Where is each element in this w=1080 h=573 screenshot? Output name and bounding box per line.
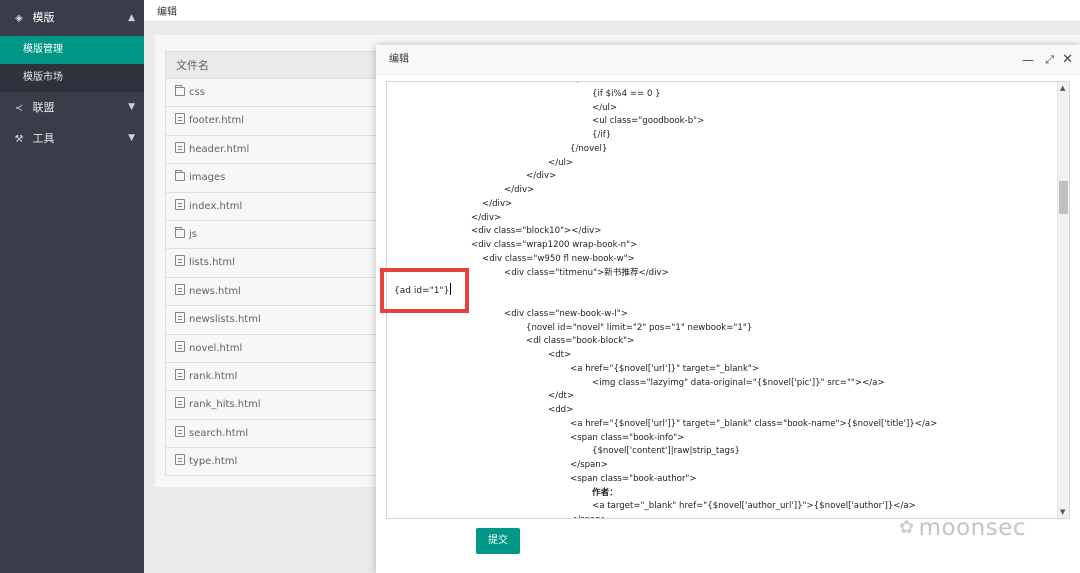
top-header: 编辑 <box>144 0 1080 22</box>
code-line: <a href="{$novel['url']}" target="_blank… <box>570 363 760 374</box>
code-line: </div> <box>482 198 513 209</box>
modal-title: 编辑 <box>389 54 409 65</box>
modal-header: 编辑 — ⤢ ✕ <box>376 45 1080 75</box>
wechat-icon: ✿ <box>899 517 915 538</box>
share-icon: ≺ <box>14 103 24 114</box>
inserted-ad-tag: {ad id="1"} <box>394 283 452 296</box>
code-line: <a href="{$novel['url']}" target="_blank… <box>570 418 938 429</box>
watermark-text: moonsec <box>918 515 1026 541</box>
scroll-thumb[interactable] <box>1059 181 1068 214</box>
code-line: <dd> <box>548 405 574 415</box>
code-line: <img class="lazyimg" data-original="{$no… <box>592 377 885 388</box>
code-line: </div> <box>526 171 557 182</box>
code-line: <div class="titmenu">新书推荐</div> <box>504 267 669 278</box>
minimize-icon[interactable]: — <box>1022 45 1034 75</box>
code-line: {$novel['content']|raw|strip_tags} <box>592 446 740 457</box>
tools-icon: ⚒ <box>14 134 24 145</box>
code-line: <dl class="book-block"> <box>526 336 635 347</box>
code-line: <span class="book-info"> <box>570 432 685 443</box>
code-line: <div class="wrap1200 wrap-book-n"> <box>471 240 638 250</box>
code-line: </ul> <box>548 157 574 168</box>
code-line: <ul class="goodbook-b"> <box>592 116 705 127</box>
chevron-down-icon: ▼ <box>128 102 135 112</box>
code-line: <a target="_blank" href="{$novel['author… <box>592 501 916 512</box>
code-line: </span> <box>570 515 608 518</box>
layers-icon: ◈ <box>15 13 23 24</box>
code-line: </ul> <box>570 82 595 86</box>
code-line: <div class="block10"></div> <box>471 226 602 237</box>
maximize-icon[interactable]: ⤢ <box>1045 45 1054 75</box>
submit-button[interactable]: 提交 <box>476 528 520 554</box>
code-line: {if $i%4 == 0 } <box>592 88 661 99</box>
code-line: <div class="w950 fl new-book-w"> <box>482 253 635 264</box>
sidebar-item-template-market[interactable]: 模版市场 <box>0 64 144 92</box>
editor-scrollbar[interactable]: ▲ ▼ <box>1057 82 1069 518</box>
chevron-down-icon: ▼ <box>128 133 135 143</box>
nav-group-label: 联盟 <box>32 101 55 114</box>
code-editor[interactable]: </ul> {if $i%4 == 0 } </ul> <ul class="good… <box>386 81 1070 519</box>
nav-group-alliance[interactable]: ≺ 联盟 ▼ <box>0 92 144 123</box>
code-line: <dt> <box>548 350 572 360</box>
code-line: </ul> <box>592 102 618 113</box>
code-line: <span class="book-author"> <box>570 473 697 484</box>
nav-group-templates[interactable]: ◈ 模版 ▲ <box>0 0 144 36</box>
nav-group-label: 工具 <box>32 132 55 145</box>
code-line: </div> <box>504 185 535 195</box>
sidebar: ◈ 模版 ▲ 模版管理 模版市场 ≺ 联盟 ▼ ⚒ 工具 ▼ <box>0 0 144 573</box>
scroll-down-icon[interactable]: ▼ <box>1060 508 1065 516</box>
code-line: {novel id="novel" limit="2" pos="1" newb… <box>526 322 753 333</box>
code-line: <div class="new-book-w-l"> <box>504 308 628 319</box>
close-icon[interactable]: ✕ <box>1062 45 1073 75</box>
code-line: </dt> <box>548 391 575 402</box>
sidebar-item-template-manage[interactable]: 模版管理 <box>0 36 144 64</box>
code-line: </div> <box>471 212 502 223</box>
code-line: {/novel} <box>570 143 608 154</box>
code-line: 作者： <box>592 487 618 498</box>
page-title: 编辑 <box>157 7 177 18</box>
nav-group-label: 模版 <box>32 11 55 24</box>
nav-group-tools[interactable]: ⚒ 工具 ▼ <box>0 123 144 154</box>
edit-modal: 编辑 — ⤢ ✕ </ul> {if $i%4 == 0 } </ul> <ul cl… <box>376 45 1080 573</box>
scroll-up-icon[interactable]: ▲ <box>1060 84 1065 92</box>
chevron-up-icon: ▲ <box>128 13 135 23</box>
code-line: </span> <box>570 460 608 470</box>
watermark: ✿ moonsec <box>899 515 1026 541</box>
code-line: {/if} <box>592 130 612 140</box>
text-cursor <box>450 283 452 295</box>
